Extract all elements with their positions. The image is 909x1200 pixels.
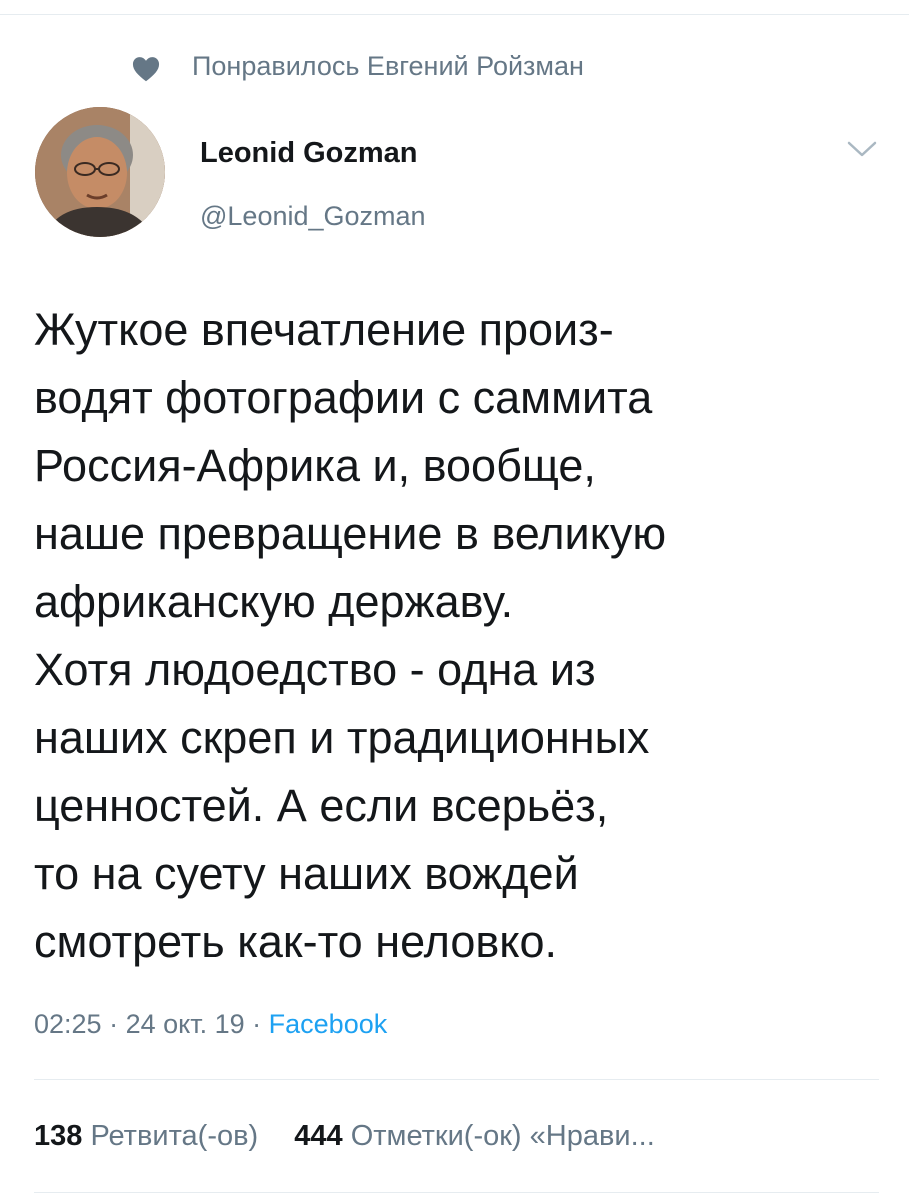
tweet-line: то на суету наших вождей <box>34 848 579 899</box>
tweet-stats: 138 Ретвита(-ов) 444 Отметки(-ок) «Нрави… <box>34 1116 655 1156</box>
tweet-line: смотреть как-то неловко. <box>34 916 558 967</box>
tweet-line: ценностей. А если всерьёз, <box>34 780 609 831</box>
author-display-name[interactable]: Leonid Gozman <box>200 135 418 171</box>
social-context-text[interactable]: Понравилось Евгений Ройзман <box>192 48 584 84</box>
author-handle[interactable]: @Leonid_Gozman <box>200 198 426 234</box>
top-divider <box>0 14 909 15</box>
likes-count: 444 <box>294 1120 343 1152</box>
avatar[interactable] <box>35 107 165 237</box>
tweet-text: Жуткое впечатление произ- водят фотограф… <box>34 296 894 976</box>
retweets-label: Ретвита(-ов) <box>90 1120 259 1152</box>
tweet-source-link[interactable]: Facebook <box>269 1009 388 1039</box>
chevron-down-icon[interactable] <box>846 138 878 160</box>
tweet-line: Жуткое впечатление произ- <box>34 304 614 355</box>
tweet-line: Россия-Африка и, вообще, <box>34 440 596 491</box>
stats-divider-top <box>34 1079 879 1080</box>
tweet-meta: 02:25 · 24 окт. 19 · Facebook <box>34 1004 387 1044</box>
heart-icon <box>132 57 160 82</box>
meta-separator: · <box>244 1009 269 1039</box>
stats-divider-bottom <box>34 1192 879 1193</box>
retweets-stat[interactable]: 138 Ретвита(-ов) <box>34 1116 258 1156</box>
likes-label: Отметки(-ок) «Нрави... <box>350 1120 655 1152</box>
tweet-line: африканскую державу. <box>34 576 514 627</box>
tweet-line: наше превращение в великую <box>34 508 667 559</box>
tweet-line: Хотя людоедство - одна из <box>34 644 596 695</box>
meta-separator: · <box>101 1009 126 1039</box>
tweet-line: водят фотографии с саммита <box>34 372 653 423</box>
tweet-time[interactable]: 02:25 <box>34 1009 102 1039</box>
tweet-line: наших скреп и традиционных <box>34 712 650 763</box>
retweets-count: 138 <box>34 1120 83 1152</box>
tweet-date[interactable]: 24 окт. 19 <box>126 1009 245 1039</box>
likes-stat[interactable]: 444 Отметки(-ок) «Нрави... <box>294 1116 655 1156</box>
